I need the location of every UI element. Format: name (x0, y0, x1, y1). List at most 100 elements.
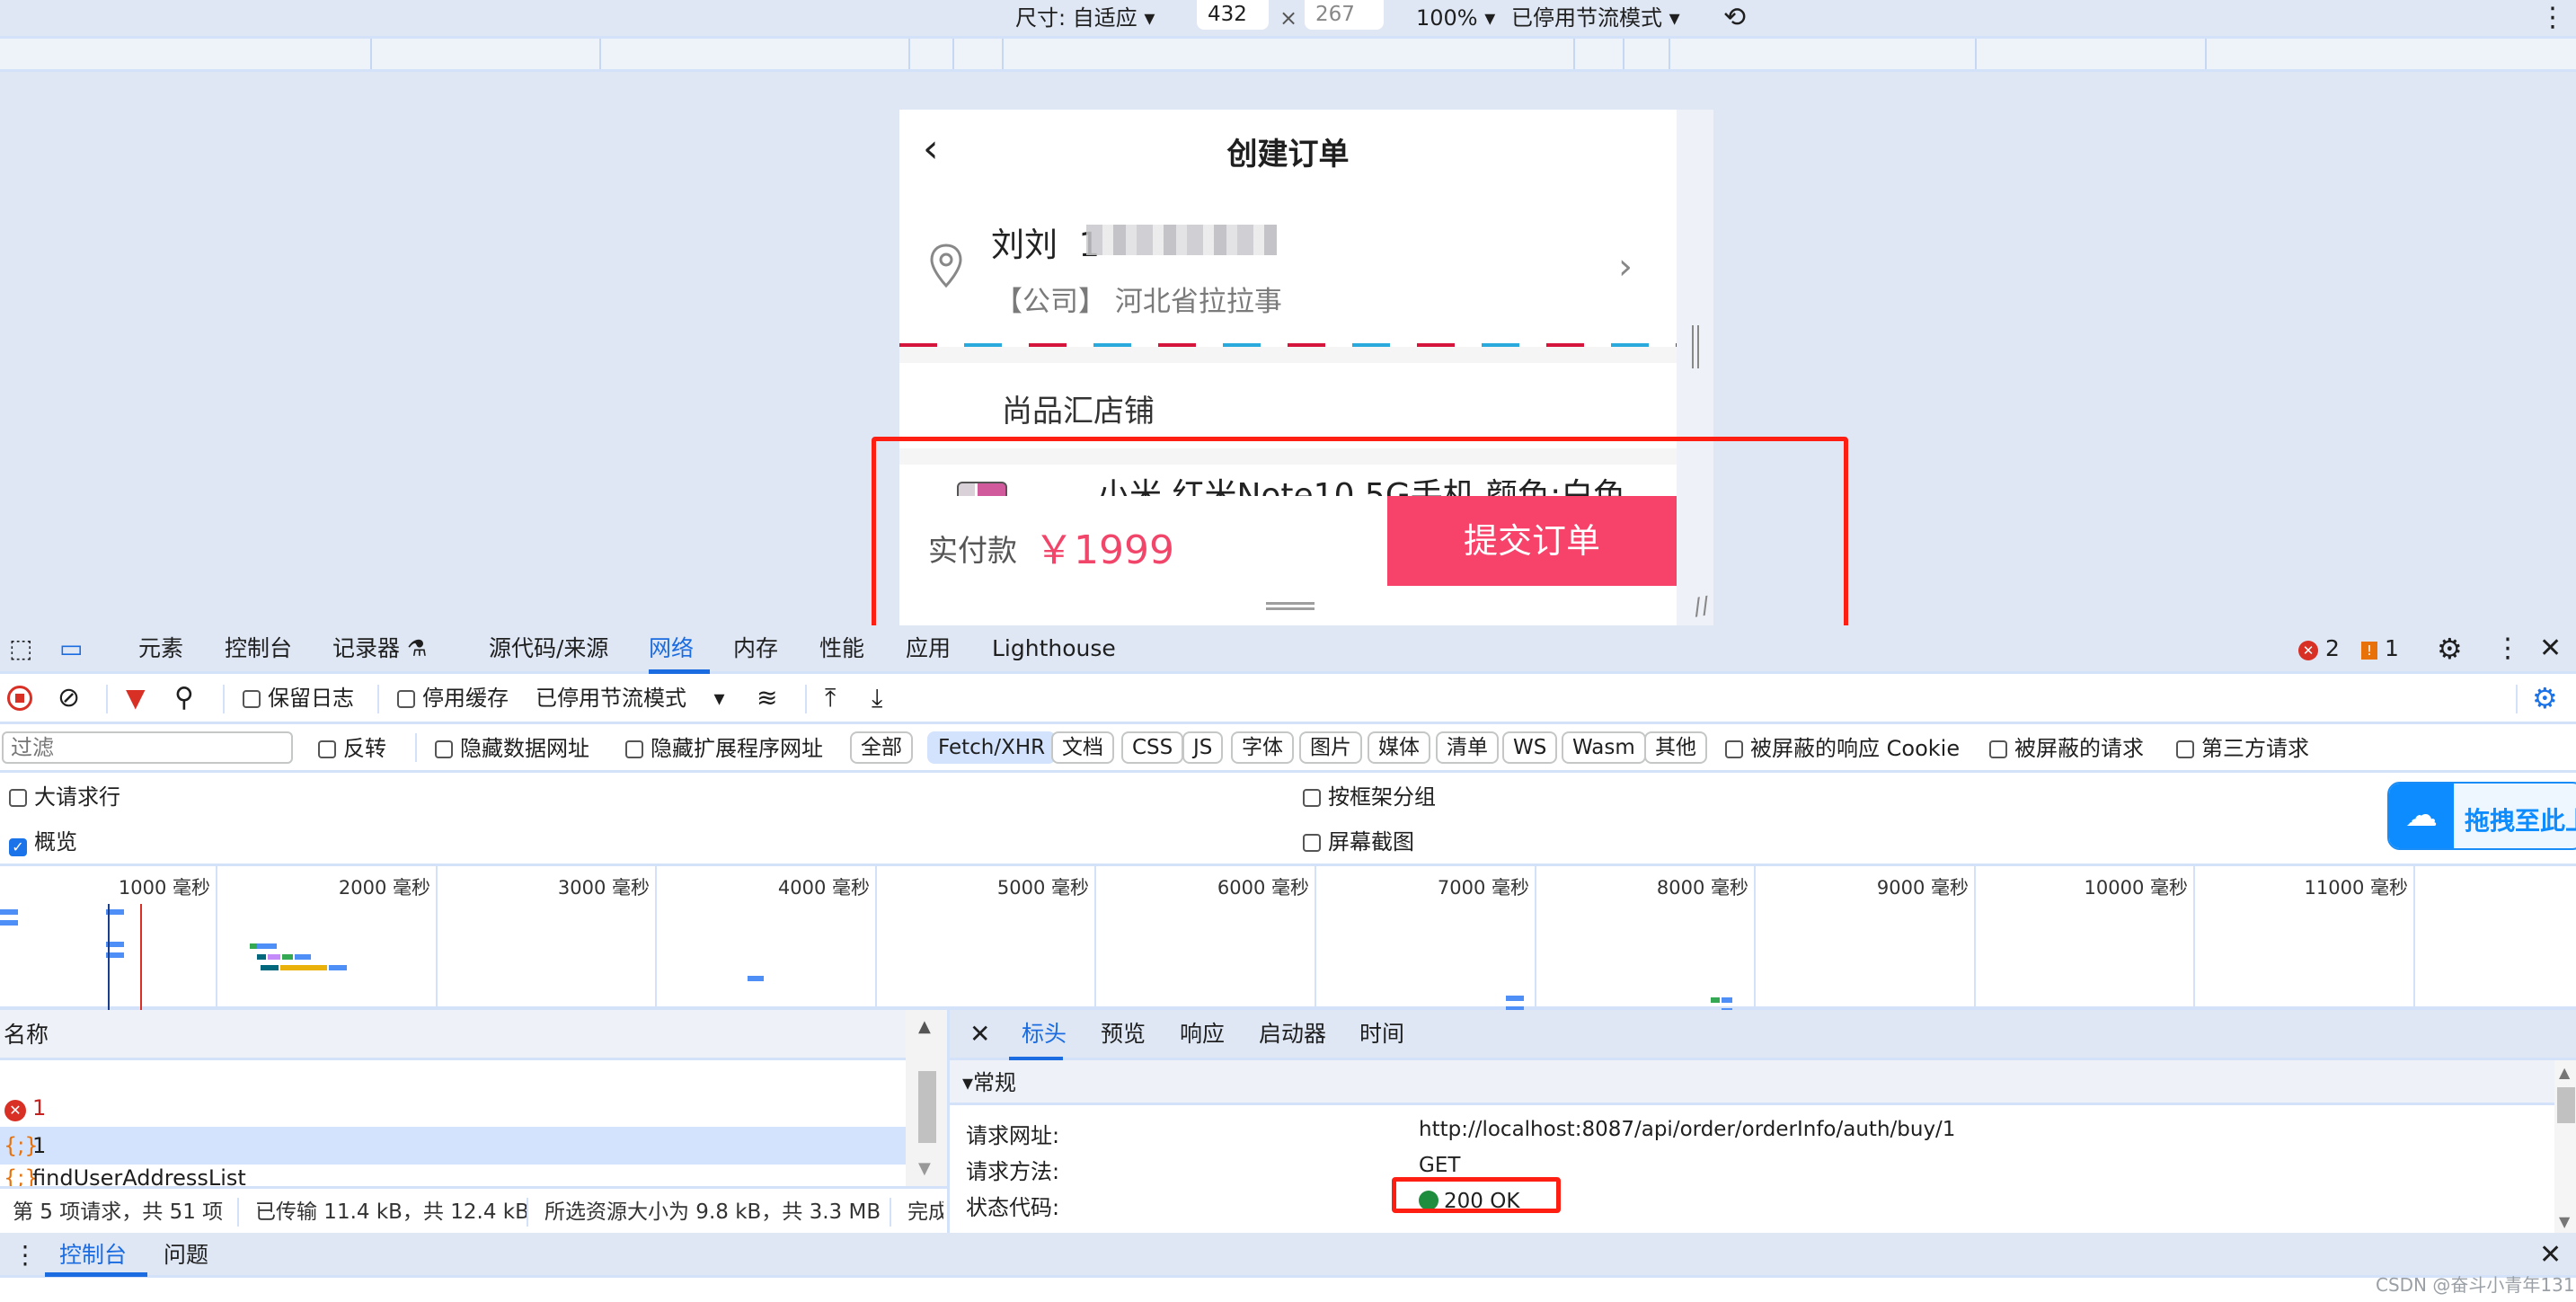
hide-data-urls-checkbox[interactable]: 隐藏数据网址 (435, 733, 589, 764)
tab-elements[interactable]: 元素 (138, 633, 183, 665)
chip-css[interactable]: CSS (1121, 731, 1184, 764)
request-row[interactable]: {;}1 (0, 1127, 906, 1165)
chip-img[interactable]: 图片 (1299, 731, 1362, 764)
tab-response[interactable]: 响应 (1180, 1019, 1225, 1050)
viewport-width-handle[interactable] (1692, 325, 1699, 368)
error-icon: ✕ (2298, 641, 2318, 660)
status-code-label: 状态代码: (966, 1195, 1060, 1220)
more-options-icon[interactable]: ⋮ (2539, 4, 2566, 32)
search-icon[interactable]: ⚲ (174, 683, 194, 713)
tab-timing[interactable]: 时间 (1359, 1019, 1404, 1050)
error-counter[interactable]: ✕ 2 (2298, 633, 2340, 665)
request-row[interactable]: ✕ 1 (0, 1089, 906, 1127)
tab-initiator[interactable]: 启动器 (1259, 1019, 1326, 1050)
rotate-icon[interactable]: ⟲ (1723, 4, 1746, 32)
tab-lighthouse[interactable]: Lighthouse (992, 633, 1116, 665)
chip-font[interactable]: 字体 (1231, 731, 1294, 764)
settings-gear-icon[interactable]: ⚙ (2437, 633, 2463, 665)
request-list-scrollbar[interactable]: ▲ ▼ (906, 1010, 947, 1186)
chip-wasm[interactable]: Wasm (1562, 731, 1646, 764)
network-settings-icon[interactable]: ⚙ (2532, 683, 2558, 713)
timeline-request-bar (329, 965, 347, 970)
drawer-menu-icon[interactable]: ⋮ (13, 1240, 38, 1271)
chip-manifest[interactable]: 清单 (1436, 731, 1499, 764)
timeline-label: 2000 毫秒 (338, 877, 430, 899)
width-input[interactable]: 432 (1197, 0, 1269, 30)
column-header-name[interactable]: 名称 (0, 1010, 906, 1060)
cloud-icon: ☁ (2389, 784, 2454, 848)
chip-js[interactable]: JS (1182, 731, 1224, 764)
devtools-tab-bar: ⬚ ▭ 元素 控制台 记录器 ⚗ 源代码/来源 网络 内存 性能 应用 Ligh… (0, 625, 2576, 674)
timeline-gridline (2193, 866, 2195, 1010)
warning-counter[interactable]: ! 1 (2361, 633, 2399, 665)
timeline-request-bar (1722, 997, 1732, 1003)
height-input[interactable]: 267 (1305, 0, 1384, 30)
chip-fetch-xhr[interactable]: Fetch/XHR (927, 731, 1057, 764)
drawer-tab-console[interactable]: 控制台 (59, 1240, 127, 1271)
drawer-tab-issues[interactable]: 问题 (164, 1240, 208, 1271)
disable-cache-checkbox[interactable]: 停用缓存 (397, 683, 509, 713)
xhr-icon: {;} (4, 1165, 39, 1186)
timeline-request-bar (250, 943, 257, 949)
request-method-label: 请求方法: (966, 1159, 1060, 1184)
zoom-dropdown[interactable]: 100% ▾ (1416, 4, 1495, 32)
chip-all[interactable]: 全部 (850, 731, 913, 764)
chip-doc[interactable]: 文档 (1051, 731, 1114, 764)
chevron-right-icon[interactable]: › (1618, 246, 1633, 288)
media-query-ruler (0, 36, 2576, 72)
timeline-label: 8000 毫秒 (1656, 877, 1748, 899)
clear-icon[interactable]: ⊘ (58, 683, 80, 713)
tab-application[interactable]: 应用 (906, 633, 951, 665)
import-har-icon[interactable]: ⤒ (825, 683, 836, 713)
group-by-frame-checkbox[interactable]: 按框架分组 (1303, 782, 1436, 812)
tab-memory[interactable]: 内存 (733, 633, 778, 665)
general-section-header[interactable]: ▾常规 (950, 1060, 2558, 1105)
preserve-log-checkbox[interactable]: 保留日志 (243, 683, 354, 713)
filter-icon[interactable]: ▼ (126, 683, 146, 713)
tab-headers[interactable]: 标头 (1022, 1019, 1067, 1050)
tab-performance[interactable]: 性能 (819, 633, 864, 665)
overview-checkbox[interactable]: ✓ 概览 (9, 827, 77, 857)
load-event-line (140, 904, 142, 1010)
device-toolbar-toggle-icon[interactable]: ▭ (59, 633, 83, 665)
record-button[interactable] (7, 683, 32, 713)
chip-other[interactable]: 其他 (1644, 731, 1707, 764)
detail-scrollbar[interactable]: ▲ ▼ (2554, 1060, 2576, 1233)
chip-media[interactable]: 媒体 (1368, 731, 1430, 764)
chip-ws[interactable]: WS (1502, 731, 1558, 764)
annotation-highlight-box (1392, 1177, 1561, 1213)
timeline-request-bar (257, 954, 266, 960)
blocked-requests-checkbox[interactable]: 被屏蔽的请求 (1989, 733, 2144, 764)
tab-console[interactable]: 控制台 (225, 633, 292, 665)
location-pin-icon (930, 244, 962, 288)
timeline-gridline (216, 866, 217, 1010)
network-conditions-icon[interactable]: ≋ (757, 683, 777, 713)
timeline-request-bar (268, 954, 280, 960)
throttling-dropdown[interactable]: 已停用节流模式 ▾ (1511, 4, 1680, 32)
close-drawer-icon[interactable]: ✕ (2539, 1240, 2562, 1271)
filter-input[interactable] (2, 731, 293, 764)
baidu-upload-widget[interactable]: ☁ 拖拽至此上传 (2387, 782, 2576, 850)
request-detail-panel: ✕ 标头 预览 响应 启动器 时间 ▾常规 请求网址: http://local… (947, 1010, 2576, 1233)
large-rows-checkbox[interactable]: 大请求行 (9, 782, 120, 812)
request-row[interactable]: {;}findUserAddressList (0, 1165, 906, 1186)
network-overview-timeline[interactable]: 1000 毫秒 2000 毫秒 3000 毫秒 4000 毫秒 5000 毫秒 6000 … (0, 866, 2576, 1042)
close-detail-icon[interactable]: ✕ (969, 1019, 990, 1050)
hide-extension-urls-checkbox[interactable]: 隐藏扩展程序网址 (625, 733, 823, 764)
dimensions-dropdown[interactable]: 尺寸: 自适应 ▾ (1015, 4, 1155, 32)
tab-preview[interactable]: 预览 (1101, 1019, 1146, 1050)
invert-checkbox[interactable]: 反转 (318, 733, 386, 764)
blocked-cookies-checkbox[interactable]: 被屏蔽的响应 Cookie (1725, 733, 1960, 764)
inspect-element-icon[interactable]: ⬚ (9, 633, 32, 665)
more-menu-icon[interactable]: ⋮ (2494, 633, 2521, 665)
screenshots-checkbox[interactable]: 屏幕截图 (1303, 827, 1414, 857)
export-har-icon[interactable]: ⤓ (872, 683, 882, 713)
third-party-checkbox[interactable]: 第三方请求 (2176, 733, 2309, 764)
recipient-name: 刘刘 1 (991, 226, 1100, 264)
tab-sources[interactable]: 源代码/来源 (489, 633, 608, 665)
close-devtools-icon[interactable]: ✕ (2539, 633, 2562, 665)
tab-network[interactable]: 网络 (649, 633, 694, 665)
tab-recorder[interactable]: 记录器 ⚗ (332, 633, 427, 665)
throttling-select[interactable]: 已停用节流模式 ▾ (536, 683, 725, 713)
dom-content-loaded-line (108, 904, 110, 1010)
